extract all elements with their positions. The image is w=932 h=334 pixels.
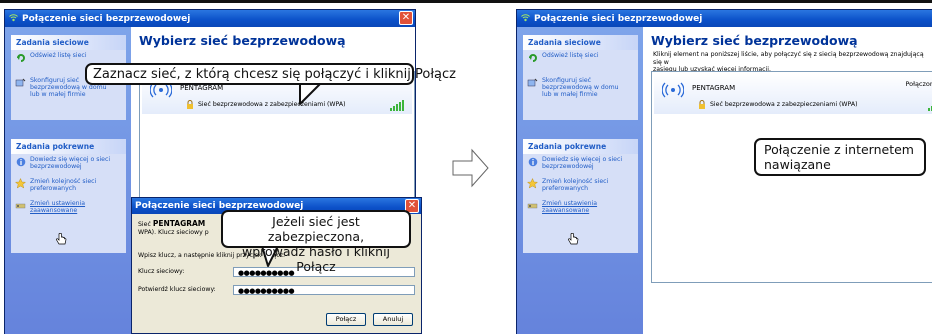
window-titlebar[interactable]: Połączenie sieci bezprzewodowej bbox=[517, 10, 932, 27]
star-icon bbox=[527, 178, 538, 189]
wireless-antenna-icon bbox=[661, 82, 685, 102]
network-name: PENTAGRAM bbox=[692, 84, 736, 92]
related-tasks-title: Zadania pokrewne bbox=[523, 139, 638, 154]
settings-icon bbox=[527, 200, 538, 211]
connection-status: Połączono bbox=[905, 80, 932, 88]
network-list[interactable]: PENTAGRAM Połączono Sieć bezprzewodowa z… bbox=[651, 71, 932, 283]
network-tasks-panel: Zadania sieciowe Odśwież listę sieci Sko… bbox=[523, 35, 638, 120]
next-step-arrow-icon bbox=[452, 148, 489, 188]
connected-callout: Połączenie z internetem nawiązane bbox=[754, 138, 926, 176]
learn-more-link[interactable]: Dowiedz się więcej o sieci bezprzewodowe… bbox=[523, 154, 638, 172]
wireless-network-icon bbox=[520, 13, 531, 24]
hand-cursor-icon bbox=[567, 231, 579, 250]
security-line: Sieć bezprzewodowa z zabezpieczeniami (W… bbox=[698, 100, 858, 109]
setup-wireless-network-link[interactable]: Skonfiguruj sieć bezprzewodową w domu lu… bbox=[523, 75, 638, 100]
advanced-settings-link[interactable]: Zmień ustawienia zaawansowane bbox=[523, 198, 638, 216]
info-icon bbox=[527, 156, 538, 167]
security-text: Sieć bezprzewodowa z zabezpieczeniami (W… bbox=[710, 101, 858, 108]
network-tasks-title: Zadania sieciowe bbox=[523, 35, 638, 50]
setup-icon bbox=[527, 77, 538, 88]
refresh-icon bbox=[527, 52, 538, 63]
related-tasks-panel: Zadania pokrewne Dowiedz się więcej o si… bbox=[523, 139, 638, 253]
task-sidebar: Zadania sieciowe Odśwież listę sieci Sko… bbox=[517, 27, 643, 334]
select-network-callout: Zaznacz sieć, z którą chcesz się połączy… bbox=[85, 63, 456, 85]
change-order-link[interactable]: Zmień kolejność sieci preferowanych bbox=[523, 176, 638, 194]
network-item-pentagram[interactable]: PENTAGRAM Połączono Sieć bezprzewodowa z… bbox=[654, 74, 932, 114]
refresh-network-list-link[interactable]: Odśwież listę sieci bbox=[523, 50, 638, 65]
enter-password-callout: Jeżeli sieć jest zabezpieczona, wprowadź… bbox=[221, 210, 411, 274]
lock-icon bbox=[698, 100, 706, 109]
signal-strength-icon bbox=[928, 96, 932, 115]
page-heading: Wybierz sieć bezprzewodową bbox=[651, 33, 858, 48]
window-title: Połączenie sieci bezprzewodowej bbox=[534, 13, 703, 24]
main-content: Wybierz sieć bezprzewodową Kliknij eleme… bbox=[643, 27, 932, 334]
